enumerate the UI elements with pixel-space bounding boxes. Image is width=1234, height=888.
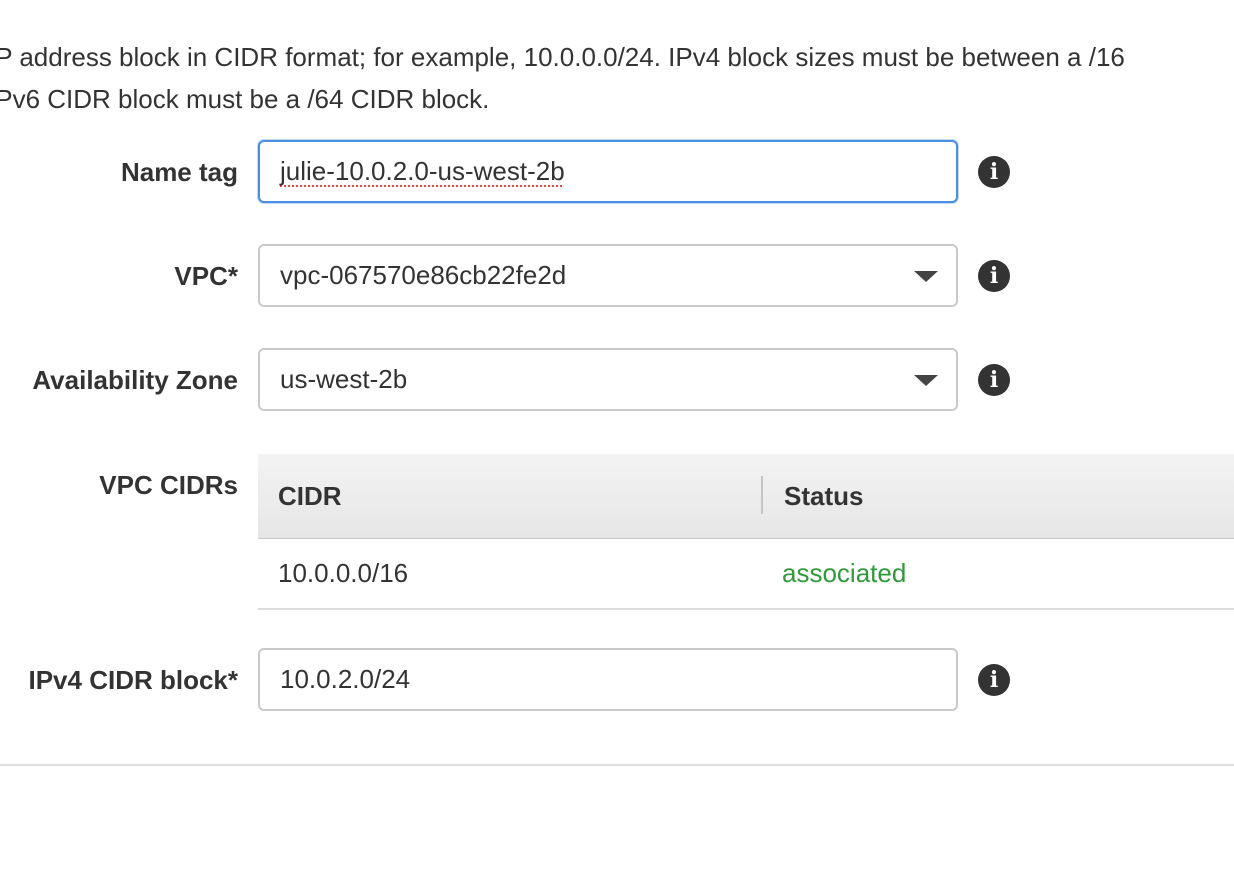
availability-zone-select[interactable]: us-west-2b [258, 348, 958, 411]
name-tag-input[interactable]: julie-10.0.2.0-us-west-2b [258, 140, 958, 203]
table-row: 10.0.0.0/16 associated [258, 539, 1234, 610]
description-line-2: IPv6 CIDR block must be a /64 CIDR block… [0, 84, 490, 114]
vpc-cidrs-label: VPC CIDRs [99, 470, 238, 500]
vpc-select[interactable]: vpc-067570e86cb22fe2d [258, 244, 958, 307]
column-header-cidr[interactable]: CIDR [278, 454, 342, 538]
form-description: IP address block in CIDR format; for exa… [0, 36, 1234, 120]
vpc-label: VPC* [174, 261, 238, 291]
info-icon[interactable]: i [978, 364, 1010, 396]
status-cell: associated [782, 558, 907, 588]
info-icon[interactable]: i [978, 260, 1010, 292]
chevron-down-icon [914, 375, 938, 386]
vpc-cidrs-table-header: CIDR Status [258, 454, 1234, 539]
info-icon[interactable]: i [978, 156, 1010, 188]
column-divider[interactable] [761, 476, 763, 514]
availability-zone-label: Availability Zone [32, 365, 238, 395]
availability-zone-selected-value: us-west-2b [280, 364, 408, 394]
column-header-status[interactable]: Status [784, 454, 863, 538]
chevron-down-icon [914, 271, 938, 282]
ipv4-cidr-label: IPv4 CIDR block* [28, 665, 238, 695]
description-line-1: IP address block in CIDR format; for exa… [0, 42, 1125, 72]
ipv4-cidr-input[interactable]: 10.0.2.0/24 [258, 648, 958, 711]
cidr-cell: 10.0.0.0/16 [278, 558, 409, 588]
vpc-selected-value: vpc-067570e86cb22fe2d [280, 260, 567, 290]
info-icon[interactable]: i [978, 664, 1010, 696]
name-tag-value: julie-10.0.2.0-us-west-2b [280, 156, 565, 186]
name-tag-label: Name tag [120, 157, 238, 187]
ipv4-cidr-value: 10.0.2.0/24 [280, 664, 411, 694]
section-divider [0, 764, 1234, 766]
